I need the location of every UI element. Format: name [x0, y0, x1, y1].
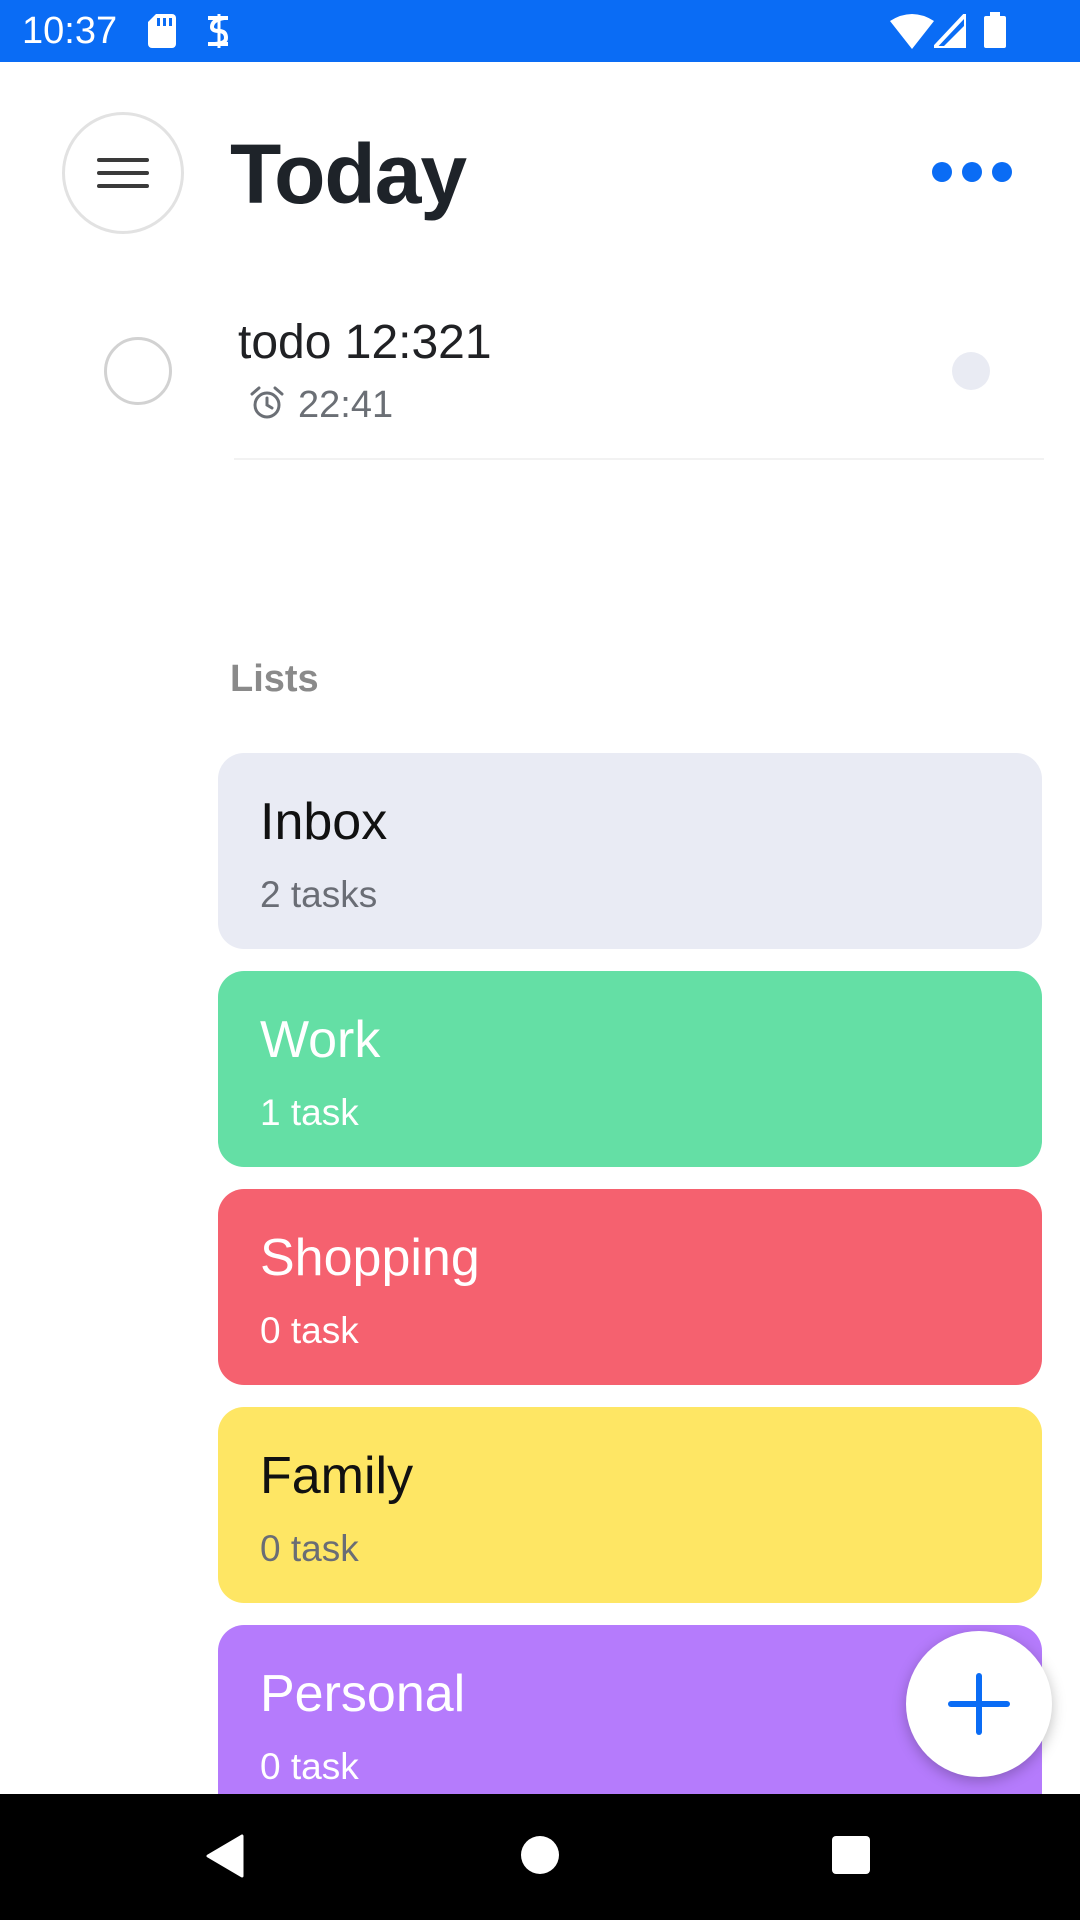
alarm-clock-icon [250, 386, 284, 419]
recents-square-icon[interactable] [832, 1836, 870, 1874]
battery-icon [984, 12, 1006, 48]
list-task-count: 1 task [260, 1092, 359, 1133]
add-task-fab[interactable] [906, 1631, 1052, 1777]
menu-button[interactable] [62, 112, 184, 234]
status-bar: 10:37 [0, 0, 1080, 62]
list-card-family[interactable]: Family 0 task [218, 1407, 1042, 1603]
data-saver-icon [208, 14, 229, 48]
plus-icon [948, 1673, 1010, 1735]
list-task-count: 0 task [260, 1310, 359, 1351]
list-task-count: 0 task [260, 1746, 359, 1787]
hamburger-menu-icon [97, 158, 149, 188]
home-circle-icon[interactable] [521, 1836, 559, 1874]
task-divider [234, 458, 1044, 460]
list-name: Work [260, 1011, 381, 1069]
list-task-count: 2 tasks [260, 874, 378, 915]
task-checkbox[interactable] [104, 337, 172, 405]
lists-heading: Lists [230, 658, 319, 700]
more-dots-icon[interactable] [930, 146, 1014, 198]
status-time: 10:37 [22, 10, 118, 52]
task-row[interactable]: todo 12:321 22:41 [0, 290, 1080, 460]
back-triangle-icon[interactable] [204, 1834, 244, 1878]
list-name: Personal [260, 1665, 466, 1723]
list-name: Shopping [260, 1229, 480, 1287]
list-name: Family [260, 1447, 414, 1505]
list-card-shopping[interactable]: Shopping 0 task [218, 1189, 1042, 1385]
cellular-signal-icon [934, 14, 966, 48]
sd-card-icon [148, 14, 176, 48]
page-title: Today [230, 127, 467, 221]
task-time: 22:41 [298, 384, 394, 426]
task-priority-dot[interactable] [952, 352, 990, 390]
app-screen: 10:37 Today todo 12:321 22:41 Lists Inbo… [0, 0, 1080, 1920]
task-title: todo 12:321 [238, 316, 492, 369]
list-card-work[interactable]: Work 1 task [218, 971, 1042, 1167]
navigation-bar [0, 1794, 1080, 1920]
list-task-count: 0 task [260, 1528, 359, 1569]
list-card-inbox[interactable]: Inbox 2 tasks [218, 753, 1042, 949]
wifi-icon [890, 14, 934, 49]
list-name: Inbox [260, 793, 388, 851]
